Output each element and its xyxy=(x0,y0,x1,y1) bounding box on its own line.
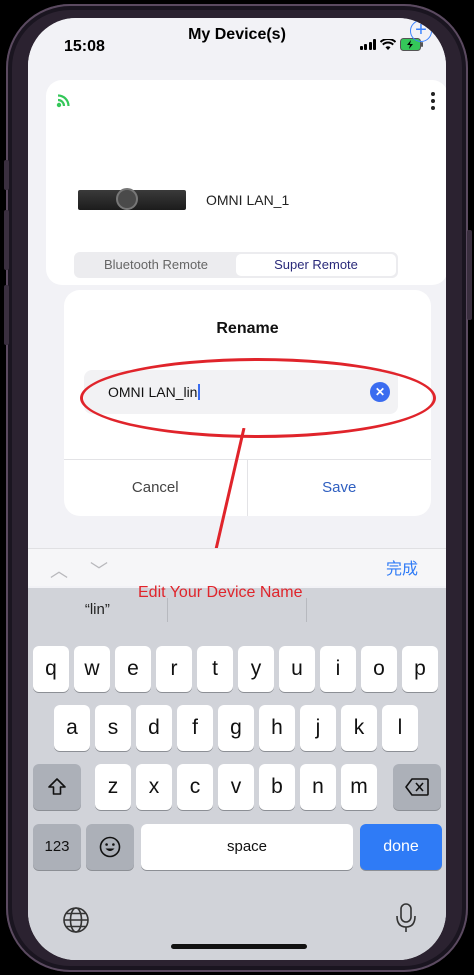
key-u[interactable]: u xyxy=(279,646,315,692)
key-v[interactable]: v xyxy=(218,764,254,810)
key-x[interactable]: x xyxy=(136,764,172,810)
key-j[interactable]: j xyxy=(300,705,336,751)
chevron-down-icon[interactable]: ﹀ xyxy=(90,557,108,583)
key-h[interactable]: h xyxy=(259,705,295,751)
volume-down-button xyxy=(4,285,9,345)
key-t[interactable]: t xyxy=(197,646,233,692)
device-card[interactable]: OMNI LAN_1 Bluetooth Remote Super Remote xyxy=(46,80,446,285)
key-f[interactable]: f xyxy=(177,705,213,751)
key-o[interactable]: o xyxy=(361,646,397,692)
shift-icon xyxy=(48,778,66,795)
dialog-title: Rename xyxy=(216,320,279,337)
microphone-icon[interactable] xyxy=(394,902,418,934)
key-a[interactable]: a xyxy=(54,705,90,751)
annotation-highlight-ellipse xyxy=(80,358,436,438)
key-g[interactable]: g xyxy=(218,705,254,751)
accessory-done-button[interactable]: 完成 xyxy=(386,555,418,579)
mute-switch xyxy=(4,160,9,190)
key-e[interactable]: e xyxy=(115,646,151,692)
key-y[interactable]: y xyxy=(238,646,274,692)
key-n[interactable]: n xyxy=(300,764,336,810)
keyboard-accessory-bar: ︿ ﹀ 完成 xyxy=(28,548,446,586)
remote-mode-segmented-control[interactable]: Bluetooth Remote Super Remote xyxy=(74,252,398,278)
key-s[interactable]: s xyxy=(95,705,131,751)
globe-icon[interactable] xyxy=(62,906,90,934)
key-k[interactable]: k xyxy=(341,705,377,751)
shift-key[interactable] xyxy=(33,764,81,810)
volume-up-button xyxy=(4,210,9,270)
key-r[interactable]: r xyxy=(156,646,192,692)
emoji-icon xyxy=(99,836,121,858)
key-p[interactable]: p xyxy=(402,646,438,692)
emoji-key[interactable] xyxy=(86,824,134,870)
key-z[interactable]: z xyxy=(95,764,131,810)
save-button[interactable]: Save xyxy=(248,460,432,516)
device-name: OMNI LAN_1 xyxy=(206,192,290,208)
key-i[interactable]: i xyxy=(320,646,356,692)
tab-super-remote[interactable]: Super Remote xyxy=(236,254,396,276)
keyboard: “lin” q w e r t y u i o p a s d f g h j … xyxy=(28,588,446,960)
wifi-status-icon xyxy=(380,38,396,50)
add-device-icon[interactable]: + xyxy=(410,20,432,42)
device-image xyxy=(78,188,186,210)
key-c[interactable]: c xyxy=(177,764,213,810)
backspace-icon xyxy=(405,778,429,796)
backspace-key[interactable] xyxy=(393,764,441,810)
suggestion-item-empty[interactable] xyxy=(307,588,446,632)
numbers-key[interactable]: 123 xyxy=(33,824,81,870)
annotation-label: Edit Your Device Name xyxy=(138,584,303,601)
tab-bluetooth-remote[interactable]: Bluetooth Remote xyxy=(76,254,236,276)
key-m[interactable]: m xyxy=(341,764,377,810)
key-q[interactable]: q xyxy=(33,646,69,692)
chevron-up-icon[interactable]: ︿ xyxy=(50,557,68,583)
more-options-icon[interactable] xyxy=(428,92,438,110)
space-key[interactable]: space xyxy=(141,824,353,870)
cellular-signal-icon xyxy=(359,39,376,50)
screen: 15:08 My Device(s) + OMNI LAN_1 Bluetoot… xyxy=(28,18,446,960)
status-bar: 15:08 My Device(s) + xyxy=(28,18,446,74)
key-d[interactable]: d xyxy=(136,705,172,751)
done-key[interactable]: done xyxy=(360,824,442,870)
key-b[interactable]: b xyxy=(259,764,295,810)
home-indicator[interactable] xyxy=(171,944,307,949)
key-w[interactable]: w xyxy=(74,646,110,692)
wifi-icon xyxy=(56,94,70,108)
key-l[interactable]: l xyxy=(382,705,418,751)
power-button xyxy=(467,230,472,320)
